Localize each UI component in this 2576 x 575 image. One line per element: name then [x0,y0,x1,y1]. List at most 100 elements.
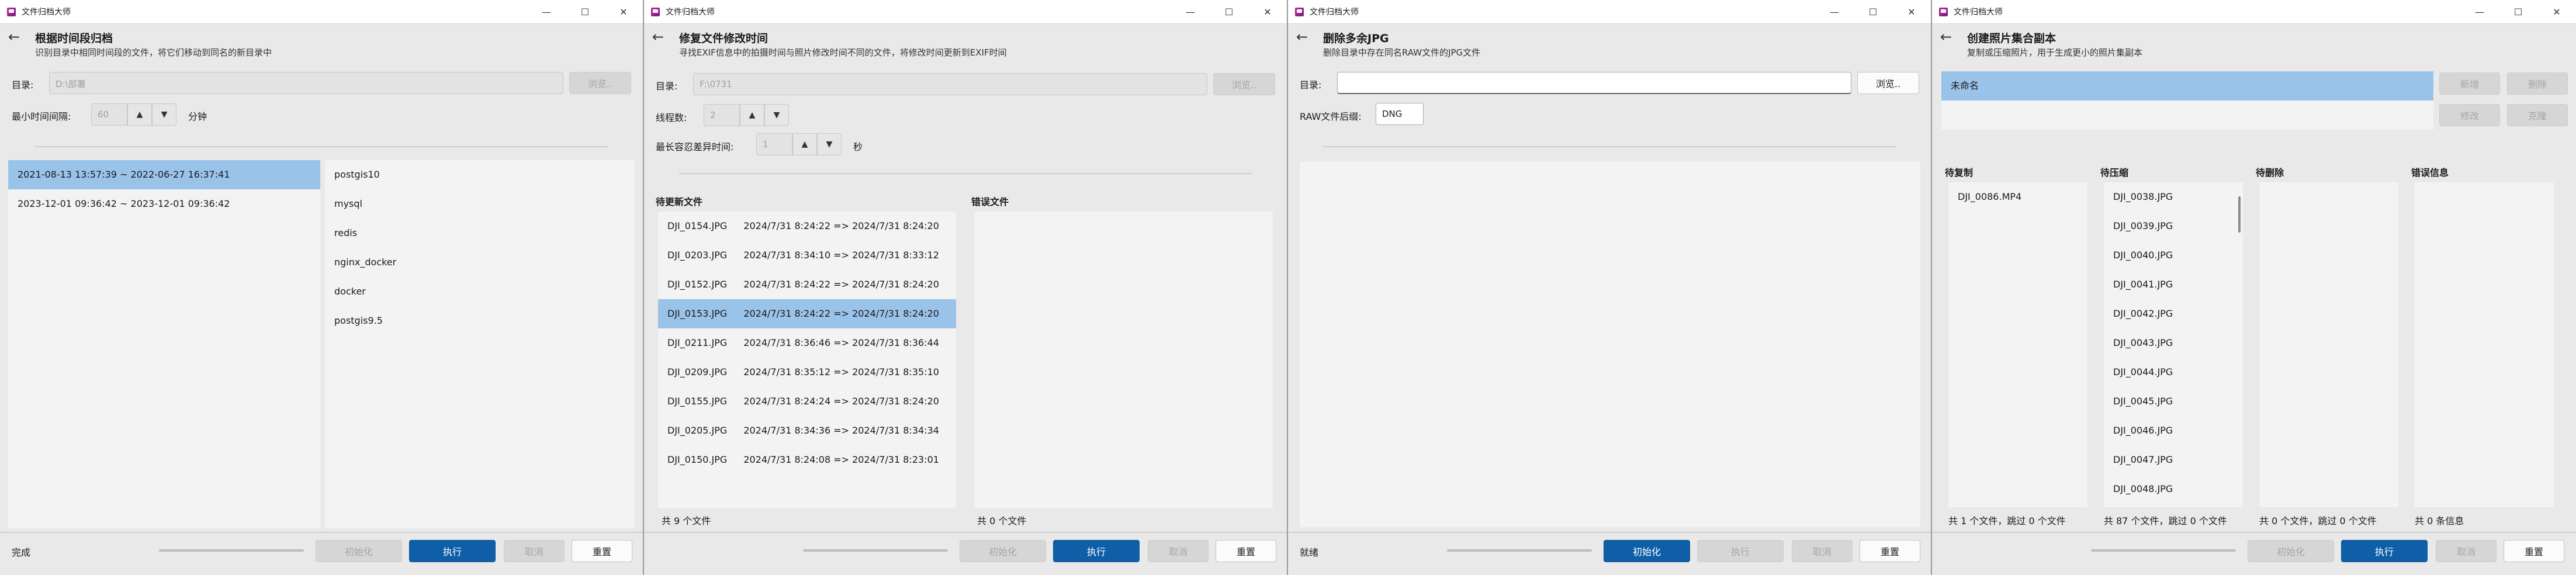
back-arrow-icon[interactable]: ← [1296,29,1308,45]
init-button[interactable]: 初始化 [960,540,1046,562]
table-row[interactable]: DJI_0211.JPG 2024/7/31 8:36:46 => 2024/7/… [658,328,956,358]
add-button[interactable]: 新增 [2439,72,2500,95]
increment-icon[interactable]: ▲ [740,104,764,126]
list-item[interactable]: postgis10 [325,160,635,189]
list-item[interactable]: postgis9.5 [325,306,635,335]
raw-suffix-input[interactable]: DNG [1376,103,1424,125]
maximize-button[interactable]: ☐ [566,0,604,23]
init-button[interactable]: 初始化 [316,540,402,562]
list-item[interactable]: DJI_0039.JPG [2104,212,2243,241]
maximize-button[interactable]: ☐ [2499,0,2537,23]
list-item[interactable]: DJI_0044.JPG [2104,358,2243,387]
list-item[interactable]: DJI_0046.JPG [2104,416,2243,445]
list-item[interactable]: DJI_0048.JPG [2104,474,2243,504]
run-button[interactable]: 执行 [1053,540,1140,562]
collection-list[interactable]: 未命名 [1941,71,2433,130]
reset-button[interactable]: 重置 [2504,540,2564,562]
threads-value[interactable]: 2 [704,104,740,126]
run-button[interactable]: 执行 [2341,540,2428,562]
table-row[interactable]: DJI_0205.JPG 2024/7/31 8:34:36 => 2024/7/… [658,416,956,445]
list-item[interactable]: DJI_0045.JPG [2104,387,2243,416]
table-row[interactable]: DJI_0150.JPG 2024/7/31 8:24:08 => 2024/7/… [658,445,956,474]
increment-icon[interactable]: ▲ [127,103,152,126]
list-item[interactable]: docker [325,277,635,306]
list-item[interactable]: 2023-12-01 09:36:42 ~ 2023-12-01 09:36:4… [8,189,320,219]
maximize-button[interactable]: ☐ [1210,0,1248,23]
table-row[interactable]: DJI_0152.JPG 2024/7/31 8:24:22 => 2024/7/… [658,270,956,299]
edit-button[interactable]: 修改 [2439,104,2500,126]
close-button[interactable]: ✕ [1248,0,1287,23]
run-button[interactable]: 执行 [409,540,496,562]
reset-button[interactable]: 重置 [572,540,632,562]
minimize-button[interactable]: — [1815,0,1854,23]
list-item[interactable]: DJI_0038.JPG [2104,182,2243,212]
dir-input[interactable]: D:\部署 [49,72,563,94]
min-interval-value[interactable]: 60 [91,103,127,126]
table-row[interactable]: DJI_0203.JPG 2024/7/31 8:34:10 => 2024/7/… [658,241,956,270]
compress-file-list[interactable]: DJI_0038.JPG DJI_0039.JPG DJI_0040.JPG D… [2104,182,2243,507]
file-name: DJI_0154.JPG [667,220,728,231]
close-button[interactable]: ✕ [2537,0,2576,23]
delete-file-list[interactable] [2259,182,2398,507]
reset-button[interactable]: 重置 [1860,540,1920,562]
result-list[interactable] [1300,161,1920,527]
dir-input[interactable] [1337,72,1851,94]
back-arrow-icon[interactable]: ← [652,29,664,45]
min-interval-stepper[interactable]: 60 ▲ ▼ [91,103,176,126]
cancel-button[interactable]: 取消 [1148,540,1209,562]
copy-file-list[interactable]: DJI_0086.MP4 [1948,182,2087,507]
minimize-button[interactable]: — [1171,0,1210,23]
scrollbar-thumb[interactable] [2238,196,2241,233]
browse-button[interactable]: 浏览.. [1213,73,1275,95]
tolerance-stepper[interactable]: 1 ▲ ▼ [756,133,842,155]
cancel-button[interactable]: 取消 [1792,540,1853,562]
table-row[interactable]: DJI_0153.JPG 2024/7/31 8:24:22 => 2024/7/… [658,299,956,328]
cancel-button[interactable]: 取消 [2436,540,2497,562]
pending-file-list[interactable]: DJI_0154.JPG 2024/7/31 8:24:22 => 2024/7/… [658,212,956,508]
list-item[interactable]: DJI_0042.JPG [2104,299,2243,328]
browse-button[interactable]: 浏览.. [1857,72,1919,94]
minimize-button[interactable]: — [527,0,566,23]
list-item[interactable]: DJI_0086.MP4 [1948,182,2087,212]
app-icon [1939,7,1948,16]
list-item[interactable]: 2021-08-13 13:57:39 ~ 2022-06-27 16:37:4… [8,160,320,189]
tolerance-value[interactable]: 1 [756,133,792,155]
list-item[interactable]: DJI_0040.JPG [2104,241,2243,270]
dir-input[interactable]: F:\0731 [693,73,1207,95]
period-list[interactable]: 2021-08-13 13:57:39 ~ 2022-06-27 16:37:4… [8,160,320,528]
decrement-icon[interactable]: ▼ [817,133,842,155]
list-item[interactable]: DJI_0043.JPG [2104,328,2243,358]
list-item[interactable]: nginx_docker [325,248,635,277]
list-item[interactable]: DJI_0047.JPG [2104,445,2243,474]
maximize-button[interactable]: ☐ [1854,0,1892,23]
init-button[interactable]: 初始化 [1604,540,1690,562]
minimize-button[interactable]: — [2460,0,2499,23]
table-row[interactable]: DJI_0209.JPG 2024/7/31 8:35:12 => 2024/7/… [658,358,956,387]
close-button[interactable]: ✕ [1892,0,1931,23]
threads-stepper[interactable]: 2 ▲ ▼ [704,104,789,126]
folder-list[interactable]: postgis10 mysql redis nginx_docker docke… [325,160,635,528]
delete-button[interactable]: 删除 [2507,72,2568,95]
back-arrow-icon[interactable]: ← [8,29,20,45]
page-subtitle: 识别目录中相同时间段的文件，将它们移动到同名的新目录中 [35,47,272,58]
list-item[interactable]: mysql [325,189,635,219]
error-file-list[interactable] [975,212,1273,508]
back-arrow-icon[interactable]: ← [1940,29,1952,45]
error-info-list[interactable] [2415,182,2554,507]
close-button[interactable]: ✕ [604,0,643,23]
clone-button[interactable]: 克隆 [2507,104,2568,126]
table-row[interactable]: DJI_0154.JPG 2024/7/31 8:24:22 => 2024/7/… [658,212,956,241]
decrement-icon[interactable]: ▼ [764,104,789,126]
title-bar: 文件归档大师 — ☐ ✕ [1288,0,1931,24]
decrement-icon[interactable]: ▼ [152,103,176,126]
reset-button[interactable]: 重置 [1216,540,1276,562]
cancel-button[interactable]: 取消 [504,540,565,562]
list-item[interactable]: DJI_0041.JPG [2104,270,2243,299]
table-row[interactable]: DJI_0155.JPG 2024/7/31 8:24:24 => 2024/7/… [658,387,956,416]
init-button[interactable]: 初始化 [2248,540,2334,562]
list-item[interactable]: redis [325,219,635,248]
browse-button[interactable]: 浏览.. [569,72,631,94]
increment-icon[interactable]: ▲ [792,133,817,155]
run-button[interactable]: 执行 [1697,540,1784,562]
list-item[interactable]: 未命名 [1941,71,2433,101]
